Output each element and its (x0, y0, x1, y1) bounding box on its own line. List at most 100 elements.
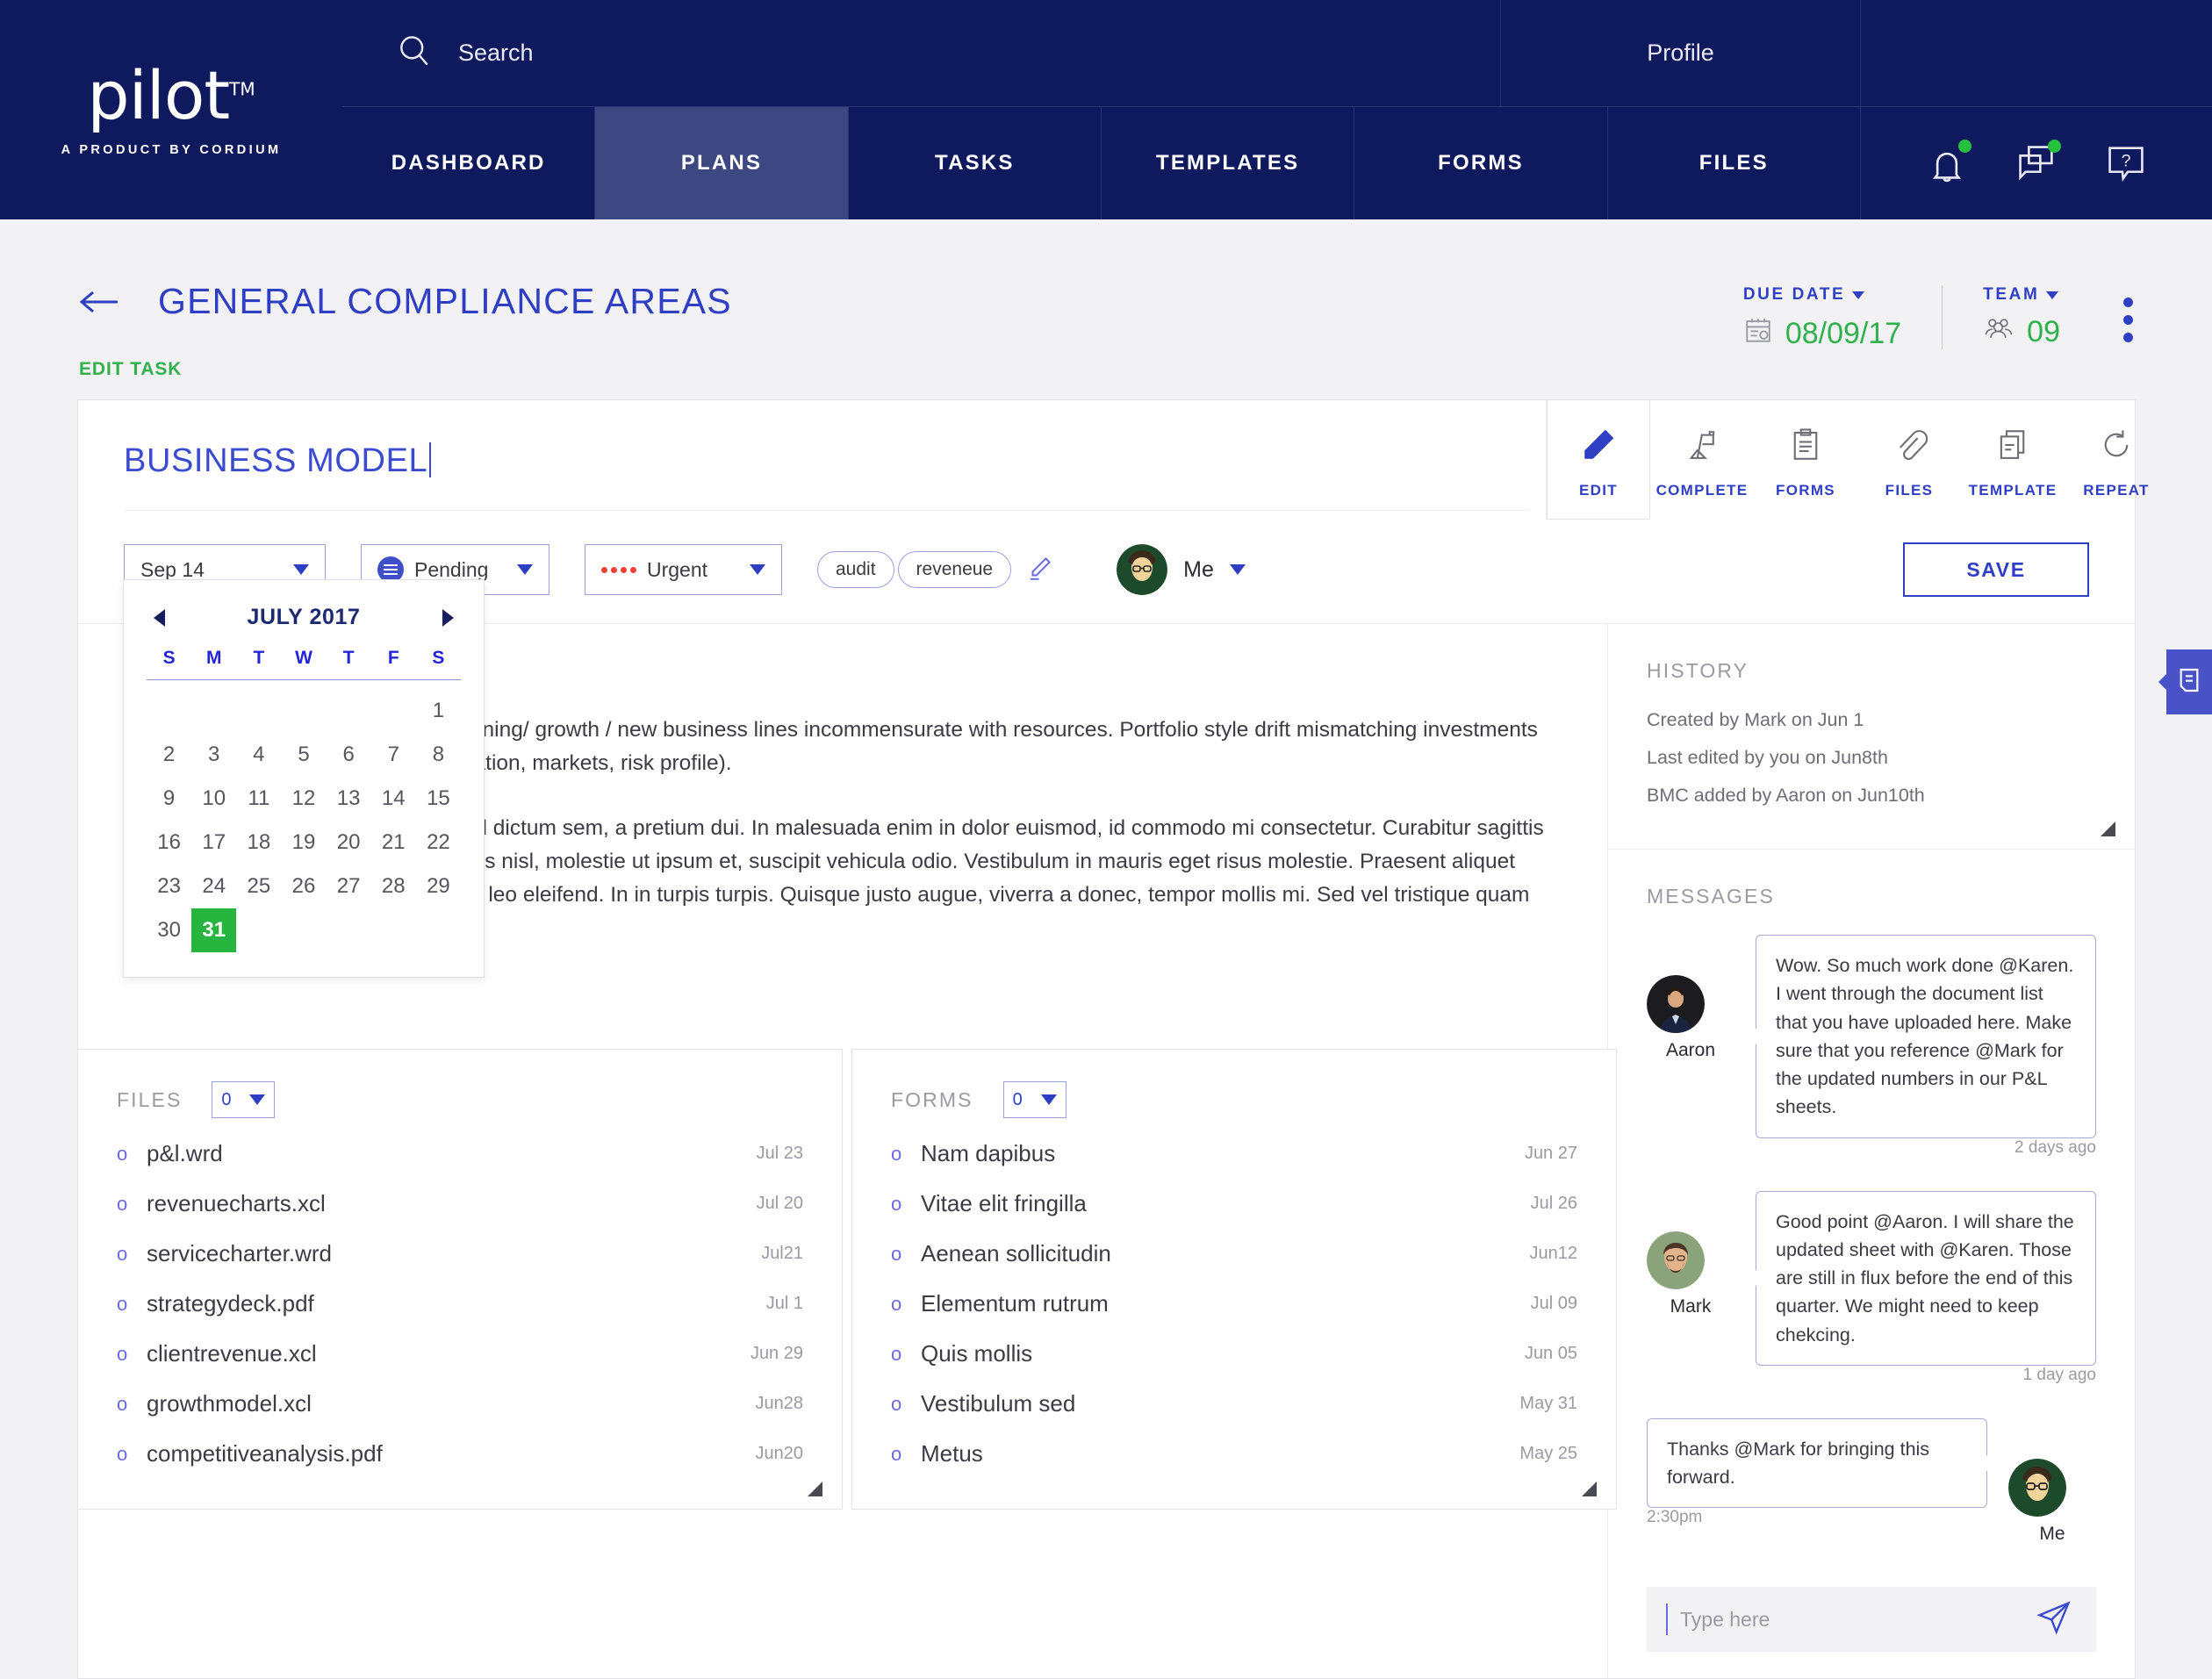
calendar-day[interactable]: 17 (191, 821, 236, 865)
calendar-day[interactable]: 1 (416, 689, 461, 733)
action-files[interactable]: FILES (1857, 400, 1961, 520)
chat-messages-icon[interactable] (2014, 140, 2061, 186)
calendar-day[interactable]: 20 (327, 821, 371, 865)
priority-select-value: Urgent (647, 557, 708, 581)
more-options-icon[interactable] (2101, 285, 2133, 342)
calendar-day[interactable]: 15 (416, 777, 461, 821)
list-item[interactable]: o Vestibulum sed May 31 (891, 1379, 1577, 1429)
list-item[interactable]: o growthmodel.xcl Jun28 (117, 1379, 803, 1429)
calendar-day[interactable]: 30 (147, 908, 191, 952)
list-item[interactable]: o Nam dapibus Jun 27 (891, 1129, 1577, 1179)
action-template[interactable]: TEMPLATE (1961, 400, 2065, 520)
team-block[interactable]: TEAM 09 (1942, 285, 2101, 349)
profile-menu[interactable]: Profile (1501, 0, 1861, 106)
calendar-day-selected[interactable]: 31 (191, 908, 237, 952)
files-filter-select[interactable]: 0 (212, 1081, 276, 1118)
list-item[interactable]: o strategydeck.pdf Jul 1 (117, 1279, 803, 1329)
search-input[interactable]: Search (342, 0, 1501, 106)
task-name-value: BUSINESS MODEL (124, 442, 428, 479)
calendar-day[interactable]: 13 (327, 777, 371, 821)
assignee-control[interactable]: Me (1117, 544, 1246, 595)
calendar-day[interactable]: 21 (371, 821, 416, 865)
calendar-day[interactable]: 11 (236, 777, 281, 821)
calendar-day[interactable]: 19 (281, 821, 326, 865)
tab-dashboard[interactable]: DASHBOARD (342, 107, 596, 219)
tab-templates[interactable]: TEMPLATES (1102, 107, 1355, 219)
calendar-day[interactable]: 14 (371, 777, 416, 821)
calendar-day[interactable]: 18 (236, 821, 281, 865)
calendar-day[interactable]: 12 (281, 777, 326, 821)
tab-files[interactable]: FILES (1608, 107, 1861, 219)
nav-right-section: Search Profile DASHBOARD PLANS TASKS TEM… (342, 0, 2212, 219)
brand-logo[interactable]: pilotTM A PRODUCT BY CORDIUM (0, 0, 342, 219)
team-value-row: 09 (1983, 315, 2060, 349)
calendar-day[interactable]: 4 (236, 733, 281, 777)
help-question-icon[interactable]: ? (2103, 140, 2149, 186)
list-item-date: Jul 09 (1530, 1294, 1577, 1313)
calendar-day[interactable]: 3 (191, 733, 236, 777)
forms-filter-select[interactable]: 0 (1002, 1081, 1066, 1118)
list-item[interactable]: o servicecharter.wrd Jul21 (117, 1229, 803, 1279)
calendar-day[interactable]: 28 (371, 865, 416, 908)
list-item[interactable]: o clientrevenue.xcl Jun 29 (117, 1329, 803, 1379)
list-item[interactable]: o Metus May 25 (891, 1429, 1577, 1479)
chevron-down-icon (1040, 1094, 1057, 1105)
list-item[interactable]: o Vitae elit fringilla Jul 26 (891, 1179, 1577, 1229)
due-date-value: 08/09/17 (1785, 317, 1902, 350)
resize-handle-icon[interactable] (808, 1482, 822, 1496)
save-button[interactable]: SAVE (1903, 542, 2089, 597)
file-bullet-icon: o (117, 1392, 128, 1415)
calendar-day[interactable]: 23 (147, 865, 191, 908)
file-bullet-icon: o (117, 1192, 128, 1215)
edit-tags-pencil-icon[interactable] (1025, 553, 1055, 587)
tab-forms[interactable]: FORMS (1354, 107, 1608, 219)
list-item-name: revenuecharts.xcl (147, 1190, 326, 1216)
page-header-meta: DUE DATE 08/09/17 TEAM 09 (1703, 285, 2133, 353)
action-edit-label: EDIT (1579, 482, 1618, 499)
message-input[interactable]: Type here (1647, 1587, 2096, 1653)
calendar-dow-5: F (387, 648, 399, 668)
tab-tasks[interactable]: TASKS (849, 107, 1102, 219)
calendar-day[interactable]: 27 (327, 865, 371, 908)
calendar-prev-month-icon[interactable] (154, 608, 165, 627)
action-complete[interactable]: COMPLETE (1650, 400, 1754, 520)
list-item[interactable]: o Elementum rutrum Jul 09 (891, 1279, 1577, 1329)
action-edit[interactable]: EDIT (1547, 400, 1650, 520)
notes-panel-toggle[interactable] (2158, 649, 2212, 714)
tag-chip[interactable]: reveneue (897, 551, 1012, 588)
back-arrow-icon[interactable] (79, 289, 119, 315)
due-date-block[interactable]: DUE DATE 08/09/17 (1703, 285, 1942, 353)
calendar-day[interactable]: 5 (281, 733, 326, 777)
calendar-day[interactable]: 2 (147, 733, 191, 777)
calendar-day[interactable]: 7 (371, 733, 416, 777)
calendar-day[interactable]: 22 (416, 821, 461, 865)
calendar-day[interactable]: 9 (147, 777, 191, 821)
calendar-day[interactable]: 6 (327, 733, 371, 777)
notifications-bell-icon[interactable] (1924, 140, 1971, 186)
calendar-day[interactable]: 29 (416, 865, 461, 908)
list-item-name: Quis mollis (921, 1340, 1033, 1367)
calendar-day[interactable]: 16 (147, 821, 191, 865)
priority-select[interactable]: Urgent (585, 544, 782, 595)
calendar-day[interactable]: 24 (191, 865, 236, 908)
calendar-day[interactable]: 8 (416, 733, 461, 777)
list-item[interactable]: o Quis mollis Jun 05 (891, 1329, 1577, 1379)
send-icon[interactable] (2035, 1598, 2073, 1641)
list-item[interactable]: o Aenean sollicitudin Jun12 (891, 1229, 1577, 1279)
task-name-input[interactable]: BUSINESS MODEL (124, 442, 1528, 511)
calendar-day[interactable]: 10 (191, 777, 236, 821)
date-picker-calendar[interactable]: JULY 2017 SMTWTFS......12345678910111213… (123, 579, 485, 978)
list-item[interactable]: o p&l.wrd Jul 23 (117, 1129, 803, 1179)
calendar-day[interactable]: 26 (281, 865, 326, 908)
action-forms[interactable]: FORMS (1754, 400, 1857, 520)
calendar-day[interactable]: 25 (236, 865, 281, 908)
list-item[interactable]: o competitiveanalysis.pdf Jun20 (117, 1429, 803, 1479)
tab-plans[interactable]: PLANS (595, 107, 849, 219)
tag-chip[interactable]: audit (817, 551, 894, 588)
forms-panel: FORMS 0 o Nam dapibus Jun 27 o Vitae elit fr… (851, 1049, 1617, 1510)
action-repeat[interactable]: REPEAT (2065, 400, 2168, 520)
list-item[interactable]: o revenuecharts.xcl Jul 20 (117, 1179, 803, 1229)
resize-handle-icon[interactable] (2101, 822, 2115, 836)
calendar-next-month-icon[interactable] (442, 608, 454, 627)
resize-handle-icon[interactable] (1582, 1482, 1597, 1496)
